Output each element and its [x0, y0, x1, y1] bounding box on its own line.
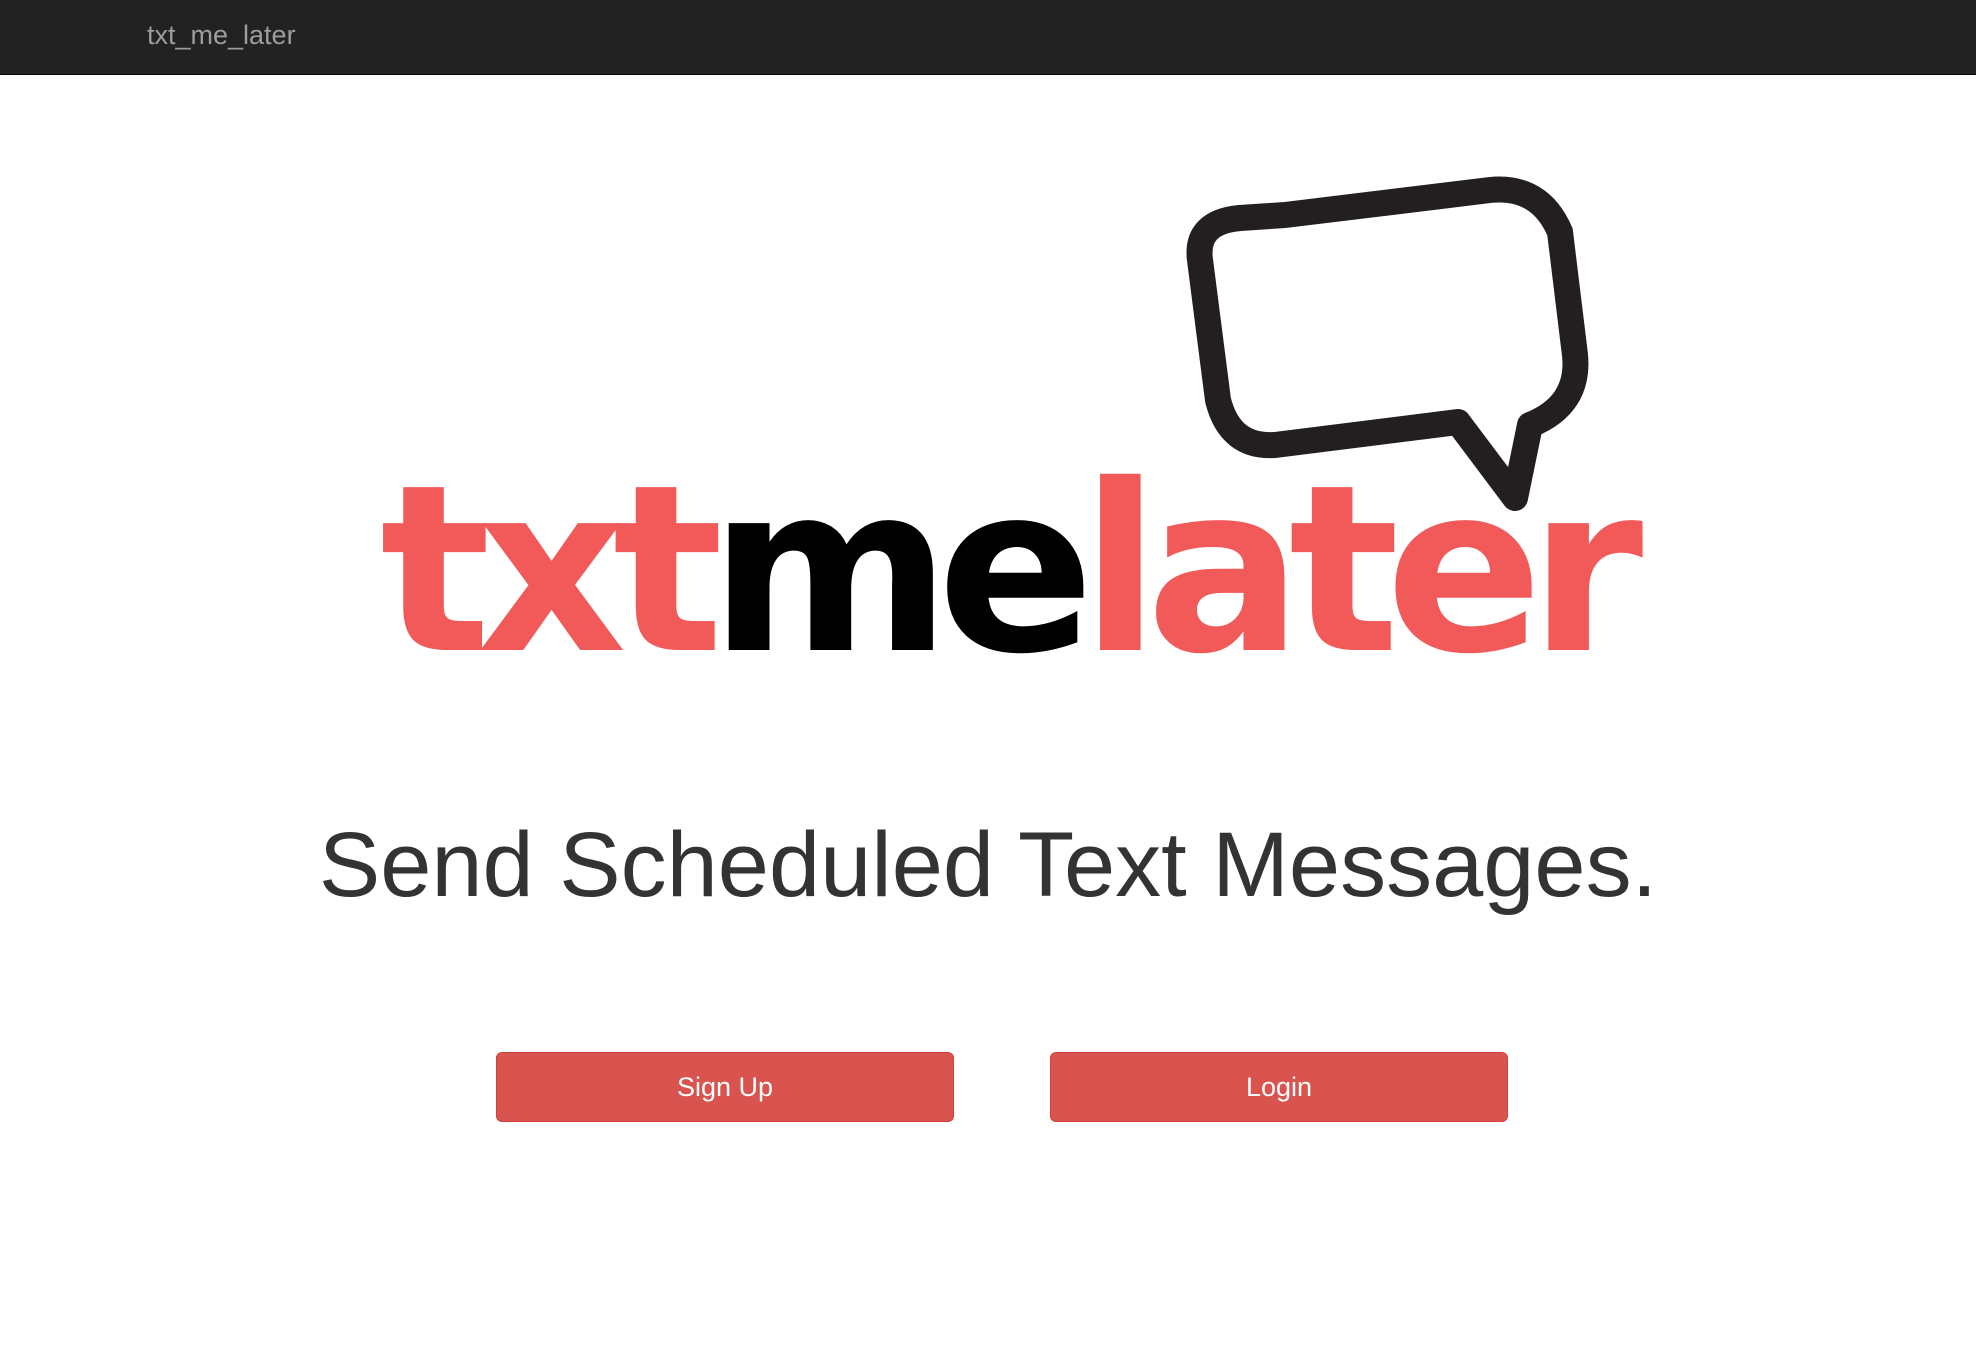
navbar: txt_me_later [0, 0, 1976, 75]
logo-later: later [1080, 435, 1644, 705]
logo-wordmark: txtmelater [380, 454, 1643, 686]
page-tagline: Send Scheduled Text Messages. [318, 814, 1658, 916]
logo-txt: txt [380, 435, 723, 705]
navbar-brand[interactable]: txt_me_later [147, 18, 296, 52]
login-button[interactable]: Login [1050, 1052, 1508, 1122]
logo: txtmelater [380, 160, 1643, 686]
sign-up-button[interactable]: Sign Up [496, 1052, 954, 1122]
logo-me: me [709, 435, 1094, 705]
